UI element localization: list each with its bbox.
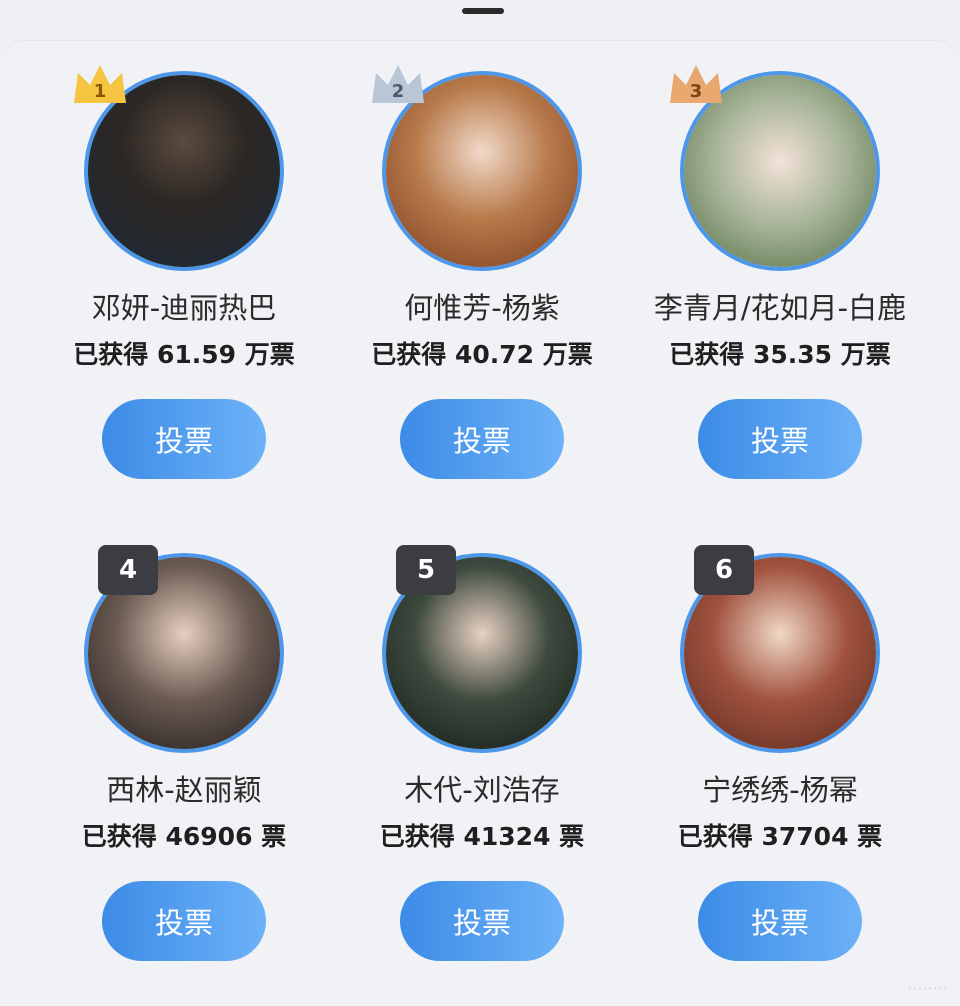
rank-badge: 4 — [98, 545, 158, 595]
rank-badge: 6 — [694, 545, 754, 595]
crown-silver-icon: 2 — [372, 65, 424, 103]
vote-count: 已获得 46906 票 — [81, 822, 287, 851]
vote-button[interactable]: 投票 — [698, 881, 862, 961]
candidate-card-3: 3 李青月/花如月-白鹿 已获得 35.35 万票 投票 — [630, 41, 930, 501]
candidate-card-2: 2 何惟芳-杨紫 已获得 40.72 万票 投票 — [332, 41, 632, 501]
candidate-card-6: 6 宁绣绣-杨幂 已获得 37704 票 投票 — [630, 523, 930, 983]
svg-text:1: 1 — [94, 81, 107, 102]
vote-count: 已获得 40.72 万票 — [371, 340, 593, 369]
drag-handle[interactable] — [462, 8, 504, 14]
vote-button[interactable]: 投票 — [400, 399, 564, 479]
watermark: ········ — [907, 979, 948, 998]
vote-button[interactable]: 投票 — [102, 881, 266, 961]
candidate-name: 李青月/花如月-白鹿 — [653, 291, 907, 325]
vote-button[interactable]: 投票 — [400, 881, 564, 961]
candidate-card-5: 5 木代-刘浩存 已获得 41324 票 投票 — [332, 523, 632, 983]
vote-count: 已获得 37704 票 — [677, 822, 883, 851]
vote-button[interactable]: 投票 — [102, 399, 266, 479]
vote-count: 已获得 41324 票 — [379, 822, 585, 851]
candidate-name: 何惟芳-杨紫 — [404, 291, 560, 325]
svg-text:2: 2 — [392, 81, 405, 102]
vote-count: 已获得 35.35 万票 — [669, 340, 891, 369]
vote-count: 已获得 61.59 万票 — [73, 340, 295, 369]
candidate-name: 西林-赵丽颖 — [106, 773, 262, 807]
candidate-name: 木代-刘浩存 — [404, 773, 560, 807]
svg-text:3: 3 — [690, 81, 703, 102]
crown-bronze-icon: 3 — [670, 65, 722, 103]
candidate-card-1: 1 邓妍-迪丽热巴 已获得 61.59 万票 投票 — [34, 41, 334, 501]
crown-gold-icon: 1 — [74, 65, 126, 103]
candidate-card-4: 4 西林-赵丽颖 已获得 46906 票 投票 — [34, 523, 334, 983]
rank-badge: 5 — [396, 545, 456, 595]
candidate-name: 宁绣绣-杨幂 — [702, 773, 858, 807]
ranking-panel: 1 邓妍-迪丽热巴 已获得 61.59 万票 投票 2 何惟芳-杨紫 已获得 4… — [0, 40, 960, 1006]
candidate-name: 邓妍-迪丽热巴 — [91, 291, 277, 325]
vote-button[interactable]: 投票 — [698, 399, 862, 479]
